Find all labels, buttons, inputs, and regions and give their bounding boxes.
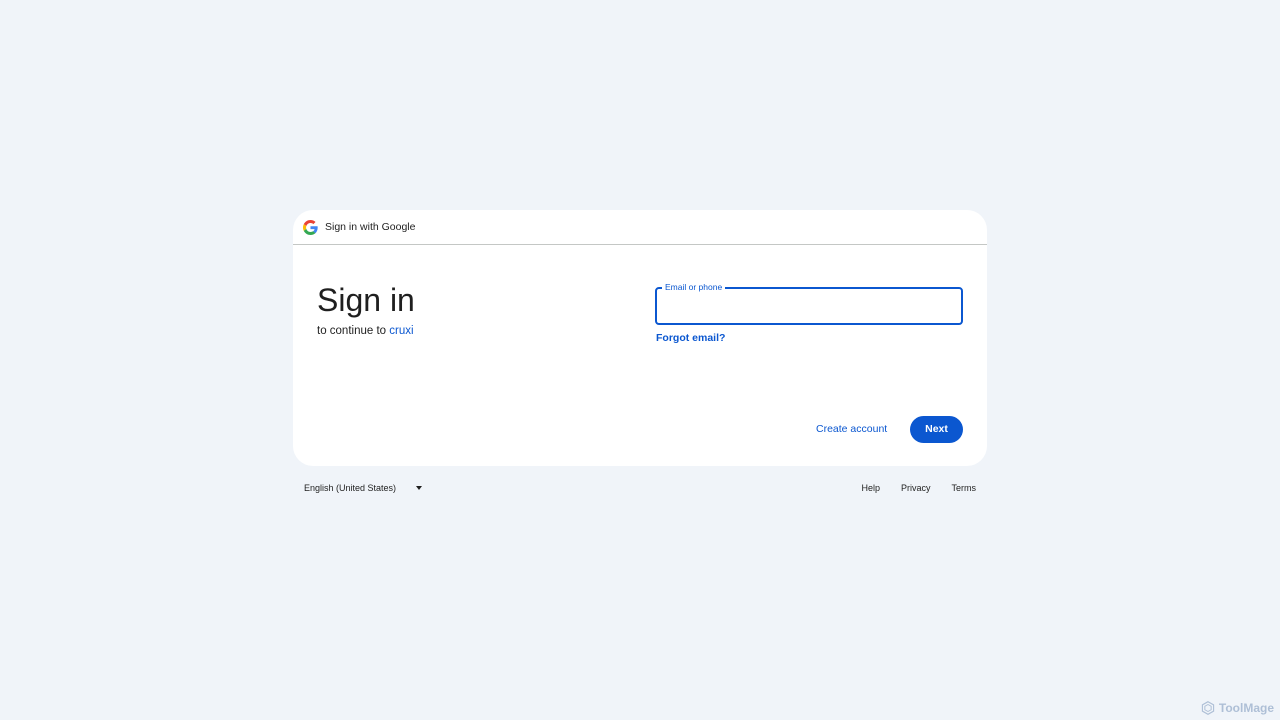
forgot-email-link[interactable]: Forgot email? (656, 332, 725, 344)
caret-down-icon (416, 486, 423, 490)
footer-links: Help Privacy Terms (861, 483, 976, 493)
page-title: Sign in (317, 282, 415, 318)
card-header: Sign in with Google (293, 210, 987, 245)
privacy-link[interactable]: Privacy (901, 483, 931, 493)
page-subtitle: to continue to cruxi (317, 325, 415, 337)
language-label: English (United States) (304, 483, 397, 493)
google-g-icon (303, 219, 318, 235)
sign-in-card: Sign in with Google Sign in to continue … (293, 210, 987, 466)
next-button[interactable]: Next (910, 416, 963, 443)
email-field[interactable] (657, 289, 961, 323)
email-field-label: Email or phone (662, 281, 726, 293)
watermark-text: ToolMage (1218, 701, 1274, 715)
email-field-container: Email or phone (655, 281, 963, 325)
create-account-button[interactable]: Create account (809, 416, 894, 442)
language-selector[interactable]: English (United States) (304, 483, 423, 493)
help-link[interactable]: Help (861, 483, 880, 493)
watermark: ToolMage (1201, 701, 1274, 715)
terms-link[interactable]: Terms (952, 483, 977, 493)
intro-section: Sign in to continue to cruxi (317, 280, 415, 337)
subtitle-prefix: to continue to (317, 325, 387, 337)
header-brand-text: Sign in with Google (325, 221, 416, 233)
footer: English (United States) Help Privacy Ter… (293, 478, 987, 498)
hexagon-logo-icon (1201, 701, 1215, 715)
app-name-link[interactable]: cruxi (389, 325, 413, 337)
